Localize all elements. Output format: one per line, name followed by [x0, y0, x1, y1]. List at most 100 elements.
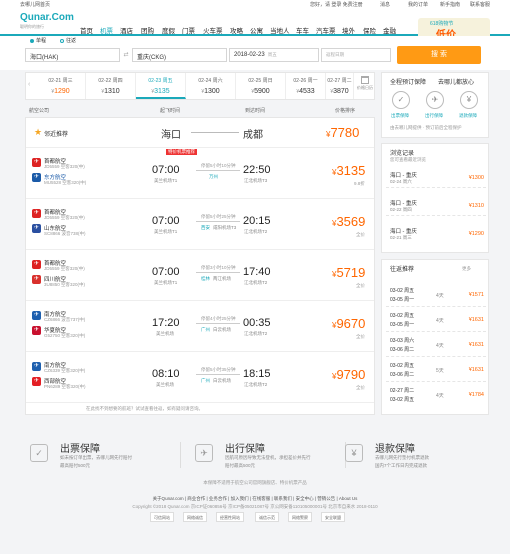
- date-cell[interactable]: 02-24 周六 ¥1300: [186, 73, 236, 99]
- ticket-guarantee-icon[interactable]: ✓: [392, 91, 410, 109]
- nav-item-bus[interactable]: 汽车票: [316, 25, 336, 35]
- roundtrip-more[interactable]: 更多: [462, 266, 471, 272]
- trust-badge[interactable]: 网络诚信: [183, 512, 207, 522]
- route-line: [196, 221, 240, 222]
- date-cell[interactable]: 02-27 周二 ¥3870: [326, 73, 354, 99]
- recommend-price: ¥7780: [326, 125, 360, 140]
- nav-item-tickets[interactable]: 门票: [182, 25, 195, 35]
- date-cell[interactable]: 02-21 周三 ¥1290: [36, 73, 86, 99]
- guarantee-item[interactable]: 出行保障: [425, 113, 443, 119]
- oneway-radio[interactable]: 单程: [30, 37, 46, 44]
- home-link[interactable]: 去哪儿网首页: [20, 1, 50, 8]
- date-cell[interactable]: 02-22 周四 ¥1310: [86, 73, 136, 99]
- trust-badge[interactable]: 可信网站: [150, 512, 174, 522]
- flight-row[interactable]: ✈ 首都航空 JD5559 空客320(中) ✈ 山东航空 SC8866 波音7…: [26, 200, 374, 250]
- flight-row[interactable]: ✈ 南方航空 CZ6339 空客320(中) ✈ 西部航空 PN6289 空客3…: [26, 353, 374, 403]
- filter-airline[interactable]: 航空公司: [29, 107, 49, 114]
- date-cell-selected[interactable]: 02-23 周五 ¥3135: [136, 73, 186, 99]
- login-link[interactable]: 您好，请 登录 免费注册: [310, 1, 363, 8]
- depart-time: 17:20: [152, 317, 180, 329]
- search-button[interactable]: 搜 索: [397, 46, 481, 64]
- ticket-icon: ✓: [30, 444, 48, 462]
- price-calendar-button[interactable]: 价格日历: [356, 76, 374, 91]
- nav-item-groupbuy[interactable]: 团购: [141, 25, 154, 35]
- roundtrip-item[interactable]: 03-03 周六 03-06 周二 4天 ¥1631: [386, 334, 486, 357]
- nav-item-local[interactable]: 当地人: [270, 25, 290, 35]
- rt-days: 4天: [436, 393, 444, 399]
- flight-row[interactable]: ✈ 首都航空 JD5559 空客320(中) ✈ 四川航空 3U8850 空客3…: [26, 251, 374, 301]
- trust-badge[interactable]: 经营性网站: [216, 512, 244, 522]
- history-item[interactable]: 海口 - 重庆 02-24 周六 ¥1300: [386, 166, 486, 188]
- nav-item-finance[interactable]: 金融: [383, 25, 396, 35]
- depart-time: 07:00: [152, 215, 180, 227]
- roundtrip-item[interactable]: 03-02 周五 03-06 周二 5天 ¥1631: [386, 359, 486, 382]
- plane-icon: ✈: [195, 444, 213, 462]
- to-city-input[interactable]: 重庆(CKG): [132, 48, 227, 62]
- swap-icon[interactable]: ⇄: [121, 49, 131, 61]
- flight-no-1: CZ6866 波音737(中): [44, 317, 86, 322]
- route-line: [196, 323, 240, 324]
- roundtrip-item[interactable]: 03-02 周五 03-05 周一 4天 ¥1631: [386, 309, 486, 332]
- sort-arrive[interactable]: 到达时间: [245, 107, 265, 114]
- my-orders-link[interactable]: 我的订单: [408, 1, 428, 8]
- refund-guarantee-icon[interactable]: ¥: [460, 91, 478, 109]
- date-cell[interactable]: 02-26 周一 ¥4533: [286, 73, 326, 99]
- sort-depart[interactable]: 起飞时间: [160, 107, 180, 114]
- roundtrip-item[interactable]: 03-02 周五 03-05 周一 4天 ¥1571: [386, 284, 486, 307]
- nav-item-car[interactable]: 车车: [296, 25, 309, 35]
- guide-link[interactable]: 新手指南: [440, 1, 460, 8]
- sort-price[interactable]: 价格排序: [335, 107, 355, 114]
- star-icon: ★: [34, 127, 43, 137]
- guarantee-item[interactable]: 出票保障: [391, 113, 409, 119]
- contact-link[interactable]: 联系客服: [470, 1, 490, 8]
- rt-return: 03-05 周一: [390, 297, 415, 303]
- history-item[interactable]: 海口 - 重庆 02-22 周四 ¥1310: [386, 194, 486, 216]
- nearby-recommend-row[interactable]: ★ 邻近推荐 海口 成都 ¥7780: [26, 118, 374, 148]
- discount: 全价: [356, 334, 365, 339]
- stop-duration: 停留5小时25分钟: [201, 214, 236, 219]
- depart-date-input[interactable]: 2018-02-23 周五: [229, 48, 319, 62]
- travel-guarantee-icon[interactable]: ✈: [426, 91, 444, 109]
- depart-airport: 美兰机场: [156, 382, 174, 387]
- top-bar: 去哪儿网首页 您好，请 登录 免费注册 消息 我的订单 新手指南 联系客服: [0, 0, 510, 8]
- nav-item-overseas[interactable]: 境外: [342, 25, 355, 35]
- nav-item-apartment[interactable]: 公寓: [250, 25, 263, 35]
- nav-item-guide[interactable]: 攻略: [230, 25, 243, 35]
- flight-row[interactable]: ✈ 南方航空 CZ6866 波音737(中) ✈ 华夏航空 G52750 空客3…: [26, 302, 374, 352]
- route-line: [196, 374, 240, 375]
- nav-item-flights[interactable]: 机票: [100, 25, 113, 35]
- discount: 9.8折: [354, 181, 365, 186]
- history-date: 02-21 周三: [390, 235, 412, 240]
- nav-item-home[interactable]: 首页: [80, 25, 93, 35]
- flight-row[interactable]: 特价机票推荐 ✈ 首都航空 JD5559 空客320(中) ✈ 东方航空 MU5…: [26, 149, 374, 199]
- footer: ✓ 出票保障 如未按订单出票，去哪儿网先行赔付 最高赔付500元 ✈ 出行保障 …: [0, 432, 510, 554]
- from-city-input[interactable]: 海口(HAK): [25, 48, 120, 62]
- prev-week-icon[interactable]: ‹: [28, 81, 30, 88]
- roundtrip-radio[interactable]: 往返: [60, 37, 76, 44]
- trust-badge[interactable]: 诚信示范: [255, 512, 279, 522]
- header: Qunar.Com 聪明你的旅行 首页 机票 酒店 团购 度假 门票 火车票 攻…: [0, 8, 510, 40]
- rt-price: ¥1784: [468, 392, 484, 398]
- nav-item-vacation[interactable]: 度假: [162, 25, 175, 35]
- messages-link[interactable]: 消息: [380, 1, 390, 8]
- date-cell[interactable]: 02-25 周日 ¥5900: [236, 73, 286, 99]
- history-item[interactable]: 海口 - 重庆 02-21 周三 ¥1290: [386, 222, 486, 244]
- footer-links[interactable]: 关于Qunar.com | 商业合作 | 业务合作 | 加入我们 | 在线客服 …: [0, 496, 510, 502]
- nav-item-train[interactable]: 火车票: [203, 25, 223, 35]
- history-sub: 您可查看最近浏览: [390, 157, 426, 162]
- nav-item-hotels[interactable]: 酒店: [120, 25, 133, 35]
- airline-logo-icon: ✈: [32, 311, 41, 320]
- footer-b3-l2: 国内7个工作日内完成退款: [375, 463, 428, 468]
- return-date-input[interactable]: 返程日期: [321, 48, 391, 62]
- trust-badge[interactable]: 网络警察: [288, 512, 312, 522]
- date-label: 02-23 周五: [148, 78, 173, 84]
- roundtrip-title: 往返推荐: [390, 267, 415, 273]
- roundtrip-item[interactable]: 02-27 周二 03-02 周五 4天 ¥1784: [386, 384, 486, 407]
- guarantee-item[interactable]: 退款保障: [459, 113, 477, 119]
- trust-badge[interactable]: 安全联盟: [321, 512, 345, 522]
- logo[interactable]: Qunar.Com: [20, 12, 74, 23]
- flight-no-2: 3U8850 空客320(中): [44, 282, 86, 287]
- radio-on-icon: [30, 38, 34, 43]
- nav-item-insurance[interactable]: 保险: [363, 25, 376, 35]
- history-price: ¥1300: [468, 175, 484, 181]
